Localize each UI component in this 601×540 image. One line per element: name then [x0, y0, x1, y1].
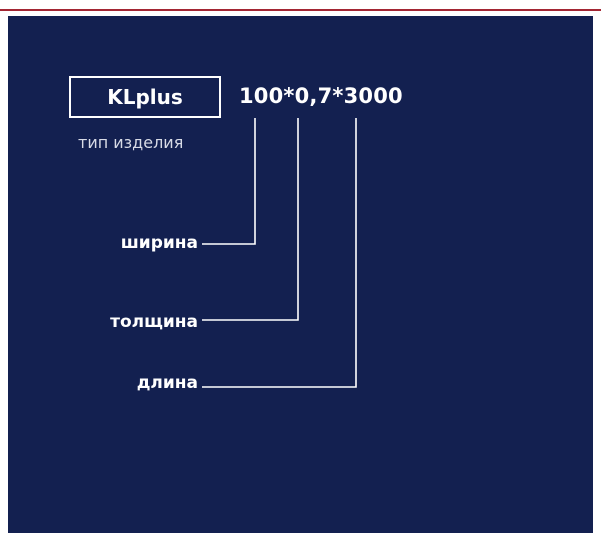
product-type-caption: тип изделия: [78, 133, 184, 152]
product-type-box: KLplus: [69, 76, 221, 118]
length-label: длина: [136, 373, 198, 393]
top-rule: [0, 0, 601, 11]
thickness-label: толщина: [110, 312, 198, 332]
width-label: ширина: [120, 233, 198, 253]
accent-rule: [0, 9, 601, 11]
dimension-spec: 100*0,7*3000: [239, 84, 403, 108]
product-name: KLplus: [107, 85, 183, 109]
